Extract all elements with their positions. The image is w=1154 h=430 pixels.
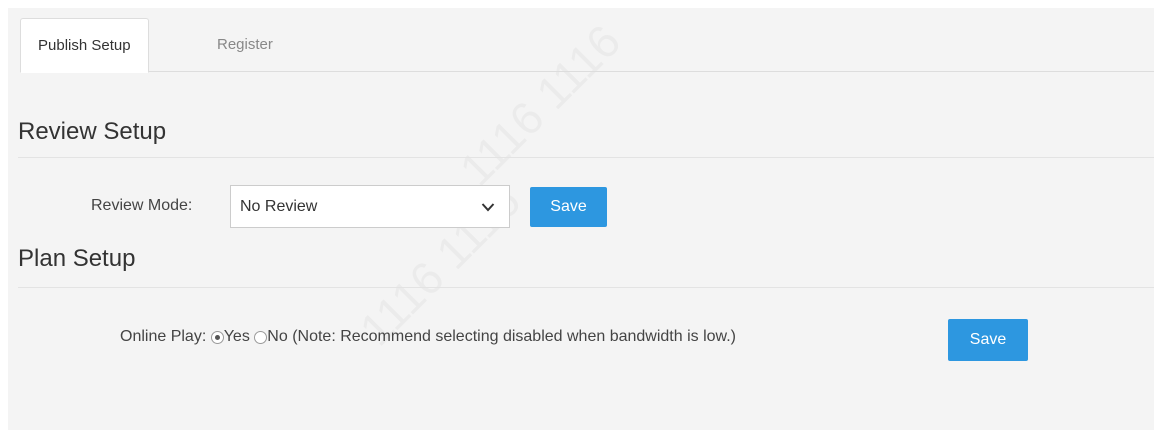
bandwidth-note: (Note: Recommend selecting disabled when… [292,328,736,345]
review-mode-value: No Review [240,198,318,215]
online-play-no-radio[interactable] [254,330,268,344]
divider [18,287,1154,288]
online-play-row: Online Play: Yes No (Note: Recommend sel… [120,328,736,346]
tab-publish-setup[interactable]: Publish Setup [20,18,149,73]
review-setup-title: Review Setup [18,118,167,145]
tab-bar: Publish Setup Register [20,18,1154,73]
online-play-no-label: No [267,328,288,345]
divider [18,157,1154,158]
plan-save-button[interactable]: Save [948,319,1028,361]
online-play-yes-radio[interactable] [210,330,224,344]
review-save-button[interactable]: Save [530,187,607,227]
online-play-yes-label: Yes [223,328,250,345]
review-mode-select[interactable]: No Review [230,185,510,228]
plan-setup-title: Plan Setup [18,245,136,272]
settings-page: 1116 1116 1116 1116 Publish Setup Regist… [8,8,1154,430]
chevron-down-icon [481,203,495,212]
online-play-label: Online Play: [120,328,207,345]
tab-register[interactable]: Register [200,18,290,73]
review-mode-label: Review Mode: [91,197,193,214]
